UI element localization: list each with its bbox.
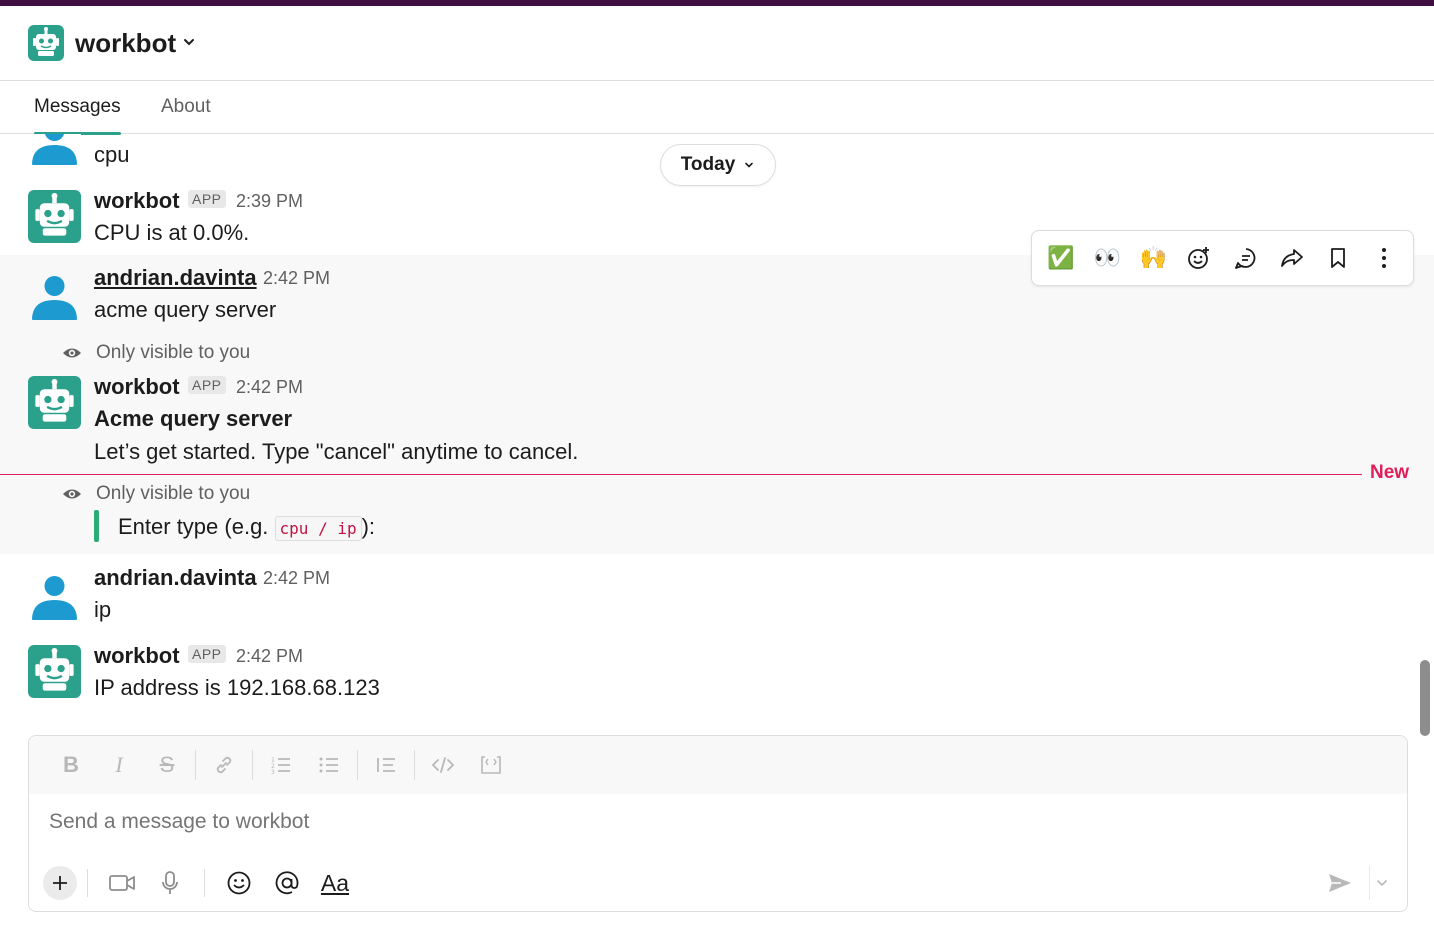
video-clip-icon[interactable]: [102, 866, 142, 900]
user-avatar[interactable]: [28, 267, 81, 320]
toolbar-separator: [195, 750, 196, 780]
more-icon[interactable]: [1364, 238, 1404, 278]
workbot-avatar[interactable]: [28, 190, 81, 243]
toolbar-separator: [87, 869, 88, 897]
ephemeral-notice: Only visible to you: [62, 342, 250, 364]
emoji-icon[interactable]: [219, 866, 259, 900]
tab-bar: Messages About: [0, 82, 1434, 135]
message-text: Enter type (e.g. cpu / ip):: [118, 514, 376, 541]
attach-plus-icon[interactable]: [43, 866, 77, 900]
add-reaction-icon[interactable]: [1179, 238, 1219, 278]
chevron-down-icon: [745, 162, 754, 168]
eye-icon: [63, 348, 81, 358]
app-badge: APP: [188, 645, 226, 663]
formatting-toolbar: B I S 123: [29, 736, 1407, 794]
message-sender[interactable]: workbot: [94, 643, 180, 669]
bold-icon[interactable]: B: [58, 750, 84, 780]
channel-title[interactable]: workbot: [75, 28, 176, 59]
message-item[interactable]: andrian.davinta 2:42 PM ip: [0, 565, 1434, 631]
reply-in-thread-icon[interactable]: [1226, 238, 1266, 278]
message-sender[interactable]: andrian.davinta: [94, 265, 257, 291]
scrollbar-thumb[interactable]: [1420, 660, 1430, 736]
quote-bar: [94, 510, 99, 542]
message-timestamp[interactable]: 2:42 PM: [263, 568, 330, 589]
blockquote-icon[interactable]: [373, 750, 399, 780]
message-input[interactable]: [49, 810, 1349, 834]
app-badge: APP: [188, 376, 226, 394]
toolbar-separator: [414, 750, 415, 780]
new-messages-divider: [0, 474, 1362, 475]
strikethrough-icon[interactable]: S: [154, 750, 180, 780]
date-divider-label: Today: [680, 154, 736, 175]
workbot-avatar[interactable]: [28, 376, 81, 429]
composer-actions: Aa: [29, 858, 1407, 908]
chevron-down-icon[interactable]: [182, 35, 196, 54]
user-avatar[interactable]: [28, 134, 81, 165]
message-timestamp[interactable]: 2:42 PM: [236, 377, 303, 398]
ephemeral-notice: Only visible to you: [62, 483, 250, 505]
code-icon[interactable]: [430, 750, 456, 780]
message-text: acme query server: [94, 297, 277, 322]
bookmark-icon[interactable]: [1318, 238, 1358, 278]
user-avatar[interactable]: [28, 567, 81, 620]
send-options-chevron-icon[interactable]: [1369, 866, 1393, 900]
prompt-text: Enter type (e.g.: [118, 514, 275, 539]
channel-header: workbot: [0, 6, 1434, 81]
toolbar-separator: [357, 750, 358, 780]
message-timestamp[interactable]: 2:42 PM: [236, 646, 303, 667]
react-check-button[interactable]: ✅: [1041, 238, 1081, 278]
text-format-toggle[interactable]: Aa: [315, 866, 355, 900]
message-composer: B I S 123 Send a message to workbot Aa: [28, 735, 1408, 912]
message-list[interactable]: cpu Today workbot APP 2:39 PM CPU is at …: [0, 134, 1434, 724]
link-icon[interactable]: [211, 750, 237, 780]
share-icon[interactable]: [1272, 238, 1312, 278]
new-messages-label: New: [1370, 462, 1410, 483]
toolbar-separator: [252, 750, 253, 780]
mention-icon[interactable]: [267, 866, 307, 900]
bulleted-list-icon[interactable]: [316, 750, 342, 780]
message-sender[interactable]: andrian.davinta: [94, 565, 257, 591]
message-timestamp[interactable]: 2:39 PM: [236, 191, 303, 212]
inline-code: cpu / ip: [274, 516, 362, 541]
message-text: IP address is 192.168.68.123: [94, 675, 380, 700]
tab-messages[interactable]: Messages: [34, 82, 121, 135]
message-text: CPU is at 0.0%.: [94, 220, 250, 245]
ephemeral-label: Only visible to you: [96, 342, 251, 363]
message-item[interactable]: workbot APP 2:42 PM IP address is 192.16…: [0, 643, 1434, 709]
tab-about[interactable]: About: [161, 82, 211, 134]
italic-icon[interactable]: I: [106, 750, 132, 780]
svg-text:3: 3: [271, 769, 275, 776]
message-text: ip: [94, 597, 112, 622]
message-title: Acme query server: [94, 406, 293, 431]
message-sender[interactable]: workbot: [94, 374, 180, 400]
code-block-icon[interactable]: [478, 750, 504, 780]
react-raised-hands-button[interactable]: 🙌: [1133, 238, 1173, 278]
ordered-list-icon[interactable]: 123: [268, 750, 294, 780]
message-item[interactable]: workbot APP 2:42 PM Acme query server Le…: [0, 374, 1434, 474]
text-format-label: Aa: [320, 869, 350, 896]
toolbar-separator: [204, 869, 205, 897]
message-text: Let’s get started. Type "cancel" anytime…: [94, 439, 579, 464]
microphone-icon[interactable]: [150, 866, 190, 900]
send-icon[interactable]: [1323, 866, 1357, 900]
react-eyes-button[interactable]: 👀: [1087, 238, 1127, 278]
message-timestamp[interactable]: 2:42 PM: [263, 268, 330, 289]
message-sender[interactable]: workbot: [94, 188, 180, 214]
workbot-app-icon: [28, 25, 64, 61]
message-text: cpu: [94, 142, 130, 167]
date-divider-button[interactable]: Today: [660, 144, 776, 186]
workbot-avatar[interactable]: [28, 645, 81, 698]
prompt-text-end: ):: [361, 514, 376, 539]
app-badge: APP: [188, 190, 226, 208]
message-actions-toolbar: ✅ 👀 🙌: [1031, 230, 1414, 286]
eye-icon: [63, 489, 81, 499]
ephemeral-label: Only visible to you: [96, 483, 251, 504]
